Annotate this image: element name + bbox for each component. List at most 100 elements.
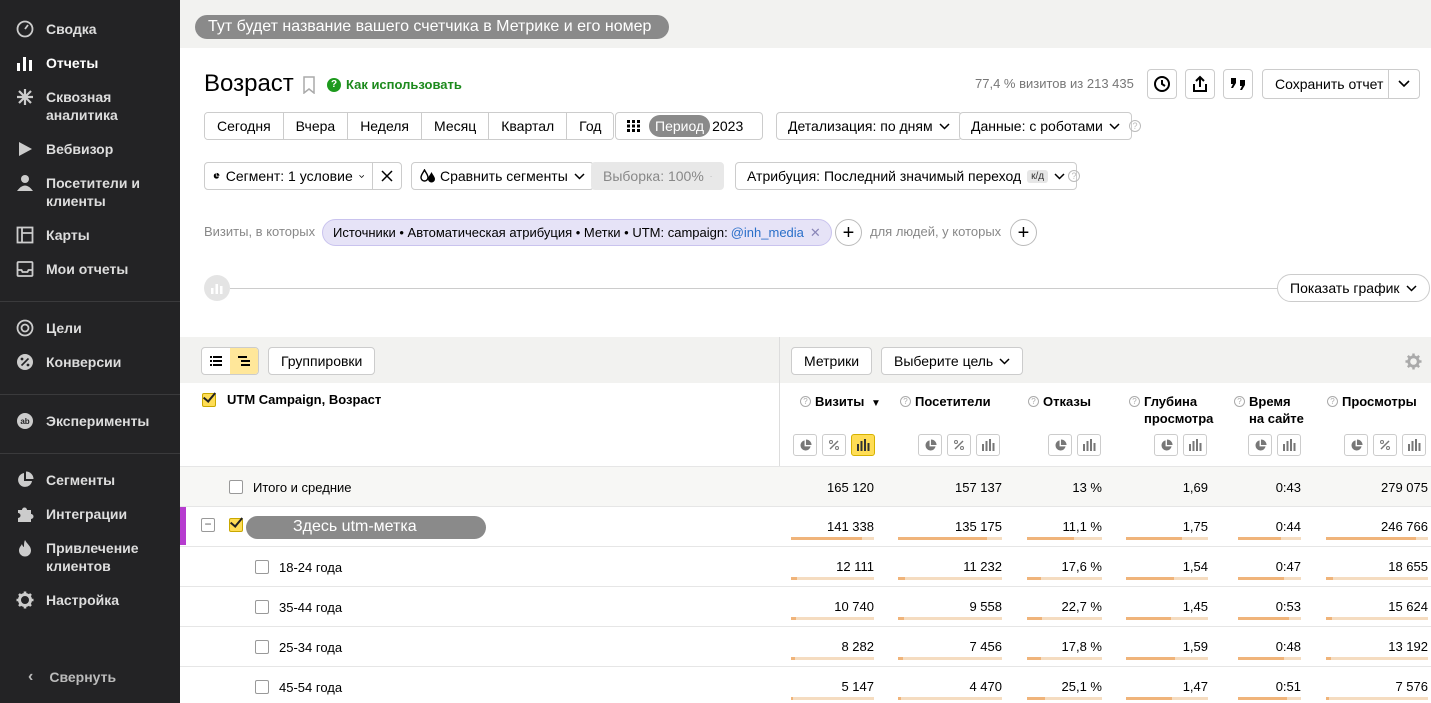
list-view-button[interactable]	[202, 348, 230, 374]
end-to-end-icon	[17, 89, 33, 105]
metric-header[interactable]: ? Посетители	[900, 393, 991, 410]
percent-icon[interactable]	[947, 434, 971, 456]
sidebar-item-integrations[interactable]: Интеграции	[16, 505, 156, 523]
pie-chart-icon[interactable]	[1048, 434, 1072, 456]
period-week[interactable]: Неделя	[348, 113, 423, 139]
sidebar-item-conversions[interactable]: Конверсии	[16, 353, 156, 371]
table-row[interactable]: 45-54 года 5 147 4 470 25,1 % 1,47 0:51 7 576	[180, 666, 1431, 703]
clear-segment-button[interactable]	[373, 170, 401, 182]
metric-header[interactable]: ? Время на сайте	[1234, 393, 1304, 427]
table-settings-icon[interactable]	[1405, 353, 1422, 370]
period-year[interactable]: Год	[567, 113, 614, 139]
ab-icon: ab	[17, 413, 33, 429]
sidebar-item-segments[interactable]: Сегменты	[16, 471, 156, 489]
table-row[interactable]: 25-34 года 8 282 7 456 17,8 % 1,59 0:48 13 192	[180, 626, 1431, 666]
sidebar-item-summary[interactable]: Сводка	[16, 20, 156, 38]
bar-chart-icon[interactable]	[1077, 434, 1101, 456]
period-yesterday[interactable]: Вчера	[283, 113, 349, 139]
sidebar-item-webvisor[interactable]: Вебвизор	[16, 140, 156, 158]
row-checkbox[interactable]	[229, 480, 243, 494]
metrics-button[interactable]: Метрики	[791, 347, 873, 375]
pie-chart-icon[interactable]	[1154, 434, 1178, 456]
segment-button[interactable]: Сегмент: 1 условие	[204, 162, 402, 190]
how-to-use-link[interactable]: ? Как использовать	[327, 77, 462, 92]
metric-bar	[1238, 697, 1301, 700]
sidebar-item-reports[interactable]: Отчеты	[16, 54, 156, 72]
quote-icon	[1231, 78, 1245, 90]
help-icon[interactable]: ?	[800, 396, 811, 407]
play-icon	[19, 142, 32, 156]
help-icon[interactable]: ?	[1234, 396, 1245, 407]
collapse-row-button[interactable]: −	[201, 518, 215, 532]
compare-segments-button[interactable]: Сравнить сегменты	[411, 162, 594, 190]
sidebar-item-my-reports[interactable]: Мои отчеты	[16, 260, 156, 278]
sidebar-item-experiments[interactable]: ab Эксперименты	[16, 412, 156, 430]
table-row[interactable]: Итого и средние 165 120 157 137 13 % 1,69 0:4…	[180, 466, 1431, 506]
api-button[interactable]	[1223, 69, 1253, 99]
percent-icon[interactable]	[1373, 434, 1397, 456]
custom-period-button[interactable]: Период 2023	[615, 112, 763, 140]
utm-filter-chip[interactable]: Источники • Автоматическая атрибуция • М…	[322, 219, 832, 246]
bar-chart-icon[interactable]	[851, 434, 875, 456]
graph-toggle[interactable]	[204, 275, 230, 301]
pie-chart-icon[interactable]	[793, 434, 817, 456]
percent-icon[interactable]	[822, 434, 846, 456]
pie-chart-icon[interactable]	[1344, 434, 1368, 456]
sidebar-item-end-to-end[interactable]: Сквозная аналитика	[16, 88, 156, 124]
row-checkbox[interactable]	[255, 680, 269, 694]
detail-dropdown[interactable]: Детализация: по дням	[776, 112, 962, 140]
help-icon[interactable]: ?	[1129, 396, 1140, 407]
period-quarter[interactable]: Квартал	[489, 113, 568, 139]
sidebar-item-settings[interactable]: Настройка	[16, 591, 156, 609]
bar-chart-icon[interactable]	[1277, 434, 1301, 456]
metric-header[interactable]: ? Просмотры	[1327, 393, 1417, 410]
add-visit-filter-button[interactable]: +	[835, 219, 862, 246]
bar-chart-icon[interactable]	[976, 434, 1000, 456]
robots-dropdown[interactable]: Данные: с роботами	[959, 112, 1132, 140]
row-checkbox[interactable]	[255, 560, 269, 574]
select-all-checkbox[interactable]	[202, 392, 216, 407]
pie-chart-icon[interactable]	[918, 434, 942, 456]
show-graph-button[interactable]: Показать график	[1277, 274, 1430, 302]
bookmark-icon[interactable]	[302, 76, 316, 94]
metric-header[interactable]: ? Отказы	[1028, 393, 1091, 410]
pie-chart-icon[interactable]	[1248, 434, 1272, 456]
period-month[interactable]: Месяц	[422, 113, 490, 139]
tree-view-button[interactable]	[230, 348, 258, 374]
help-icon[interactable]: ?	[1129, 120, 1141, 132]
sample-dropdown[interactable]: Выборка: 100%	[591, 162, 724, 190]
save-report-button[interactable]: Сохранить отчет	[1262, 69, 1420, 99]
choose-goal-dropdown[interactable]: Выберите цель	[881, 347, 1024, 375]
sidebar-item-goals[interactable]: Цели	[16, 319, 156, 337]
groupings-button[interactable]: Группировки	[268, 347, 376, 375]
collapse-sidebar-button[interactable]: ‹ Свернуть	[28, 668, 116, 686]
history-button[interactable]	[1147, 69, 1177, 99]
sidebar-item-maps[interactable]: Карты	[16, 226, 156, 244]
bar-chart-icon[interactable]	[1402, 434, 1426, 456]
row-checkbox[interactable]	[229, 518, 243, 532]
bar-chart-icon[interactable]	[1183, 434, 1207, 456]
help-icon[interactable]: ?	[1327, 396, 1338, 407]
help-icon[interactable]: ?	[900, 396, 911, 407]
help-icon[interactable]: ?	[1068, 170, 1080, 182]
chevron-down-icon[interactable]	[1389, 80, 1419, 88]
sort-desc-icon[interactable]: ▼	[871, 398, 881, 409]
filter-chip-value[interactable]: @inh_media	[731, 225, 804, 240]
sidebar-item-visitors[interactable]: Посетители и клиенты	[16, 174, 156, 210]
metric-header-line2: просмотра	[1144, 411, 1214, 426]
remove-filter-icon[interactable]: ✕	[810, 225, 821, 241]
export-button[interactable]	[1185, 69, 1215, 99]
table-row[interactable]: 35-44 года 10 740 9 558 22,7 % 1,45 0:53 15 62…	[180, 586, 1431, 626]
period-placeholder: Период	[649, 115, 711, 137]
row-checkbox[interactable]	[255, 600, 269, 614]
metric-header[interactable]: ? Глубина просмотра	[1129, 393, 1213, 427]
sidebar-item-acquisition[interactable]: Привлечение клиентов	[16, 539, 156, 575]
counter-name-placeholder[interactable]: Тут будет название вашего счетчика в Мет…	[195, 15, 670, 39]
metric-header[interactable]: ? Визиты ▼	[800, 393, 881, 412]
help-icon[interactable]: ?	[1028, 396, 1039, 407]
table-row[interactable]: 18-24 года 12 111 11 232 17,6 % 1,54 0:47 18 6…	[180, 546, 1431, 586]
period-today[interactable]: Сегодня	[205, 113, 284, 139]
add-people-filter-button[interactable]: +	[1010, 219, 1037, 246]
row-checkbox[interactable]	[255, 640, 269, 654]
attribution-dropdown[interactable]: Атрибуция: Последний значимый переход к/…	[735, 162, 1078, 190]
